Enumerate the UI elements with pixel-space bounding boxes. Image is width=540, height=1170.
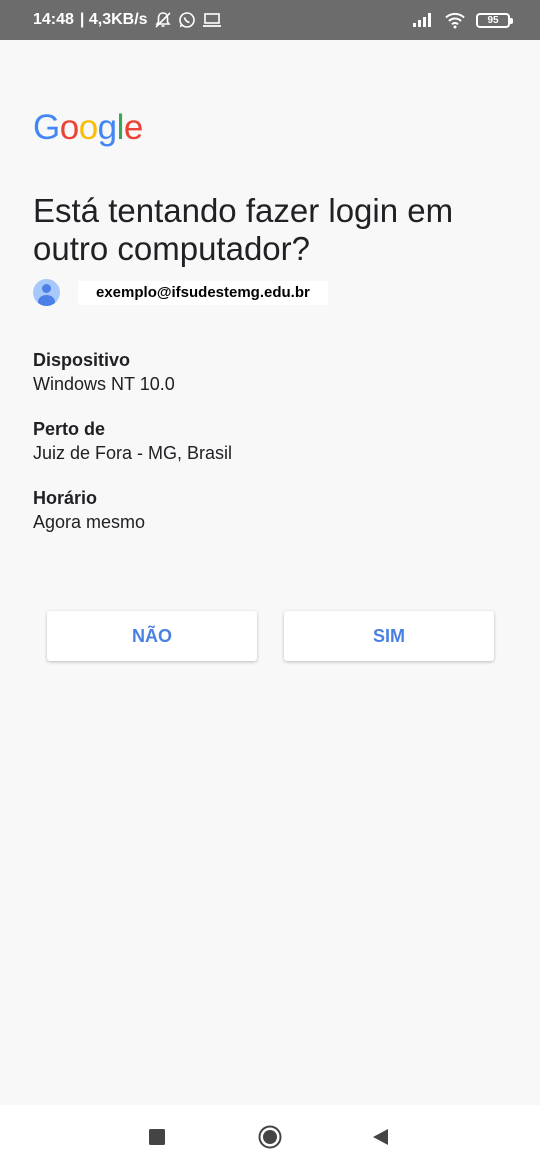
google-logo: Google [33,108,143,148]
status-speed: | 4,3KB/s [79,11,148,28]
status-time: 14:48 [33,11,74,28]
logo-letter: o [78,108,98,147]
detail-label: Dispositivo [33,350,131,370]
detail-value: Windows NT 10.0 [33,374,175,394]
status-bar: 14:48 | 4,3KB/s 95 [0,0,540,40]
account-row: exemplo@ifsudestemg.edu.br [33,279,328,306]
no-button[interactable]: NÃO [47,611,257,661]
wifi-icon [444,11,466,29]
page-title: Está tentando fazer login em outro compu… [33,192,454,267]
back-icon[interactable] [371,1128,389,1146]
detail-device: Dispositivo Windows NT 10.0 [33,349,175,395]
detail-value: Juiz de Fora - MG, Brasil [33,443,233,463]
laptop-icon [202,12,222,28]
logo-letter: o [59,108,79,147]
logo-letter: G [33,108,60,147]
whatsapp-icon [178,11,196,29]
detail-label: Horário [33,488,98,508]
detail-location: Perto de Juiz de Fora - MG, Brasil [33,418,232,464]
account-email: exemplo@ifsudestemg.edu.br [78,280,328,305]
detail-value: Agora mesmo [33,512,146,532]
home-icon[interactable] [258,1125,282,1149]
avatar-icon [33,279,60,306]
bell-muted-icon [154,11,172,29]
recents-icon[interactable] [149,1129,165,1145]
navigation-bar [0,1105,540,1170]
signal-icon [412,12,434,28]
logo-letter: l [116,108,125,147]
logo-letter: g [97,108,117,147]
detail-label: Perto de [33,419,106,439]
yes-button[interactable]: SIM [284,611,494,661]
logo-letter: e [123,108,143,147]
battery-icon: 95 [476,12,513,28]
detail-time: Horário Agora mesmo [33,487,145,533]
